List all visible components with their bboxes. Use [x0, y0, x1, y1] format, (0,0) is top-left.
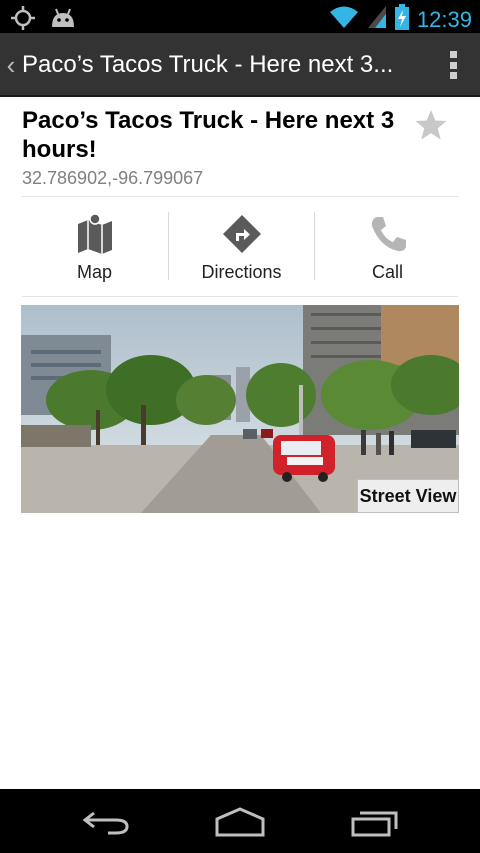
coordinates-text: 32.786902,-96.799067	[22, 168, 204, 188]
action-bar: ‹ Paco’s Tacos Truck - Here next 3...	[0, 33, 480, 97]
map-button[interactable]: Map	[22, 210, 167, 282]
street-view-button[interactable]: Street View	[357, 479, 459, 513]
overflow-menu-icon[interactable]	[450, 51, 458, 79]
action-buttons: Map Directions Call	[22, 210, 458, 282]
call-label: Call	[371, 262, 403, 282]
map-label: Map	[76, 262, 112, 282]
android-icon	[50, 7, 76, 34]
status-bar: 12:39	[0, 0, 480, 33]
divider	[22, 196, 458, 197]
directions-label: Directions	[201, 262, 282, 282]
chevron-left-icon[interactable]: ‹	[0, 33, 22, 97]
recents-icon[interactable]	[350, 807, 400, 842]
wifi-icon	[329, 5, 359, 34]
street-view-image[interactable]: Street View	[21, 305, 459, 513]
clock: 12:39	[416, 6, 472, 32]
star-icon[interactable]	[414, 108, 448, 142]
gps-icon	[10, 5, 36, 36]
battery-charging-icon	[394, 4, 409, 35]
home-icon[interactable]	[214, 807, 266, 842]
action-bar-title[interactable]: Paco’s Tacos Truck - Here next 3...	[22, 33, 412, 97]
directions-icon	[222, 214, 262, 254]
phone-icon	[368, 214, 408, 254]
navigation-bar	[0, 789, 480, 853]
place-title: Paco’s Tacos Truck - Here next 3 hours!	[22, 107, 395, 163]
back-icon[interactable]	[82, 809, 130, 840]
call-button[interactable]: Call	[315, 210, 460, 282]
map-icon	[75, 213, 115, 254]
signal-icon	[367, 5, 387, 34]
divider	[22, 296, 458, 297]
directions-button[interactable]: Directions	[169, 210, 314, 282]
